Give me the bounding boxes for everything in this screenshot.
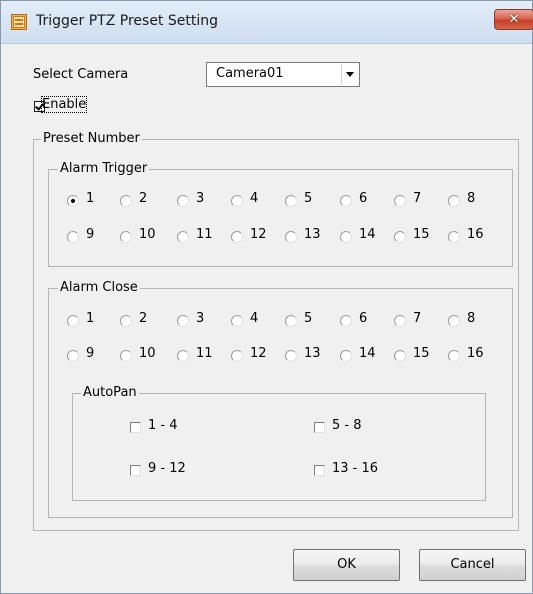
autopan-label-1-4: 1 - 4 xyxy=(148,418,178,433)
alarm-trigger-radio-1[interactable] xyxy=(67,195,79,207)
alarm-trigger-radio-3[interactable] xyxy=(177,195,189,207)
alarm-close-radio-16[interactable] xyxy=(448,350,460,362)
alarm-close-radio-label-13: 13 xyxy=(304,346,321,361)
autopan-group xyxy=(72,393,486,501)
alarm-close-radio-label-3: 3 xyxy=(196,311,205,326)
alarm-close-radio-6[interactable] xyxy=(340,315,352,327)
autopan-checkbox-9-12[interactable] xyxy=(130,465,141,476)
alarm-close-radio-label-6: 6 xyxy=(359,311,368,326)
alarm-close-radio-label-7: 7 xyxy=(413,311,422,326)
autopan-checkbox-5-8[interactable] xyxy=(314,422,325,433)
autopan-checkbox-13-16[interactable] xyxy=(314,465,325,476)
alarm-close-radio-5[interactable] xyxy=(285,315,297,327)
alarm-close-title: Alarm Close xyxy=(58,280,140,295)
alarm-trigger-group xyxy=(48,169,513,267)
alarm-trigger-radio-12[interactable] xyxy=(231,231,243,243)
alarm-trigger-radio-14[interactable] xyxy=(340,231,352,243)
alarm-close-radio-13[interactable] xyxy=(285,350,297,362)
select-camera-label: Select Camera xyxy=(33,67,129,82)
alarm-trigger-title: Alarm Trigger xyxy=(58,161,150,176)
alarm-trigger-radio-6[interactable] xyxy=(340,195,352,207)
alarm-close-radio-label-1: 1 xyxy=(86,311,95,326)
alarm-close-radio-14[interactable] xyxy=(340,350,352,362)
alarm-trigger-radio-label-2: 2 xyxy=(139,191,148,206)
alarm-close-radio-label-8: 8 xyxy=(467,311,476,326)
alarm-close-radio-label-15: 15 xyxy=(413,346,430,361)
alarm-trigger-radio-7[interactable] xyxy=(394,195,406,207)
alarm-close-radio-4[interactable] xyxy=(231,315,243,327)
alarm-close-radio-label-16: 16 xyxy=(467,346,484,361)
alarm-trigger-radio-8[interactable] xyxy=(448,195,460,207)
alarm-close-radio-label-2: 2 xyxy=(139,311,148,326)
enable-label[interactable]: Enable xyxy=(40,96,88,113)
window-title: Trigger PTZ Preset Setting xyxy=(36,13,218,29)
alarm-trigger-radio-13[interactable] xyxy=(285,231,297,243)
app-window-icon xyxy=(11,14,27,30)
alarm-close-radio-label-4: 4 xyxy=(250,311,259,326)
chevron-down-icon[interactable] xyxy=(341,64,358,85)
alarm-trigger-radio-label-10: 10 xyxy=(139,227,156,242)
alarm-close-radio-9[interactable] xyxy=(67,350,79,362)
alarm-close-radio-label-14: 14 xyxy=(359,346,376,361)
alarm-trigger-radio-label-6: 6 xyxy=(359,191,368,206)
alarm-trigger-radio-9[interactable] xyxy=(67,231,79,243)
alarm-close-radio-label-11: 11 xyxy=(196,346,213,361)
autopan-label-9-12: 9 - 12 xyxy=(148,461,186,476)
close-button[interactable]: ✕ xyxy=(494,9,533,30)
close-icon: ✕ xyxy=(508,12,520,27)
autopan-label-13-16: 13 - 16 xyxy=(332,461,379,476)
autopan-label-5-8: 5 - 8 xyxy=(332,418,362,433)
autopan-checkbox-1-4[interactable] xyxy=(130,422,141,433)
alarm-trigger-radio-label-11: 11 xyxy=(196,227,213,242)
alarm-trigger-radio-label-15: 15 xyxy=(413,227,430,242)
alarm-close-radio-2[interactable] xyxy=(120,315,132,327)
preset-number-title: Preset Number xyxy=(41,131,142,146)
alarm-trigger-radio-15[interactable] xyxy=(394,231,406,243)
autopan-title: AutoPan xyxy=(81,385,139,400)
alarm-trigger-radio-16[interactable] xyxy=(448,231,460,243)
alarm-trigger-radio-label-16: 16 xyxy=(467,227,484,242)
alarm-close-radio-label-12: 12 xyxy=(250,346,267,361)
alarm-trigger-radio-label-4: 4 xyxy=(250,191,259,206)
alarm-close-radio-10[interactable] xyxy=(120,350,132,362)
alarm-trigger-radio-label-1: 1 xyxy=(86,191,95,206)
alarm-close-radio-12[interactable] xyxy=(231,350,243,362)
title-bar[interactable]: Trigger PTZ Preset Setting ✕ xyxy=(1,1,533,44)
alarm-trigger-radio-label-5: 5 xyxy=(304,191,313,206)
camera-selected-value: Camera01 xyxy=(216,66,284,81)
ok-button[interactable]: OK xyxy=(293,549,400,581)
alarm-close-radio-3[interactable] xyxy=(177,315,189,327)
alarm-trigger-radio-2[interactable] xyxy=(120,195,132,207)
alarm-trigger-radio-label-13: 13 xyxy=(304,227,321,242)
alarm-close-radio-15[interactable] xyxy=(394,350,406,362)
alarm-close-radio-label-5: 5 xyxy=(304,311,313,326)
cancel-button[interactable]: Cancel xyxy=(419,549,526,581)
alarm-trigger-radio-label-9: 9 xyxy=(86,227,95,242)
alarm-close-radio-7[interactable] xyxy=(394,315,406,327)
alarm-trigger-radio-label-14: 14 xyxy=(359,227,376,242)
alarm-trigger-radio-label-8: 8 xyxy=(467,191,476,206)
alarm-close-radio-label-9: 9 xyxy=(86,346,95,361)
alarm-trigger-radio-4[interactable] xyxy=(231,195,243,207)
camera-dropdown[interactable]: Camera01 xyxy=(206,62,360,87)
alarm-trigger-radio-label-3: 3 xyxy=(196,191,205,206)
alarm-trigger-radio-10[interactable] xyxy=(120,231,132,243)
alarm-trigger-radio-label-7: 7 xyxy=(413,191,422,206)
alarm-trigger-radio-label-12: 12 xyxy=(250,227,267,242)
alarm-close-radio-label-10: 10 xyxy=(139,346,156,361)
dialog-window: Trigger PTZ Preset Setting ✕ Select Came… xyxy=(0,0,533,594)
alarm-close-radio-1[interactable] xyxy=(67,315,79,327)
alarm-trigger-radio-5[interactable] xyxy=(285,195,297,207)
alarm-trigger-radio-11[interactable] xyxy=(177,231,189,243)
alarm-close-radio-11[interactable] xyxy=(177,350,189,362)
alarm-close-radio-8[interactable] xyxy=(448,315,460,327)
